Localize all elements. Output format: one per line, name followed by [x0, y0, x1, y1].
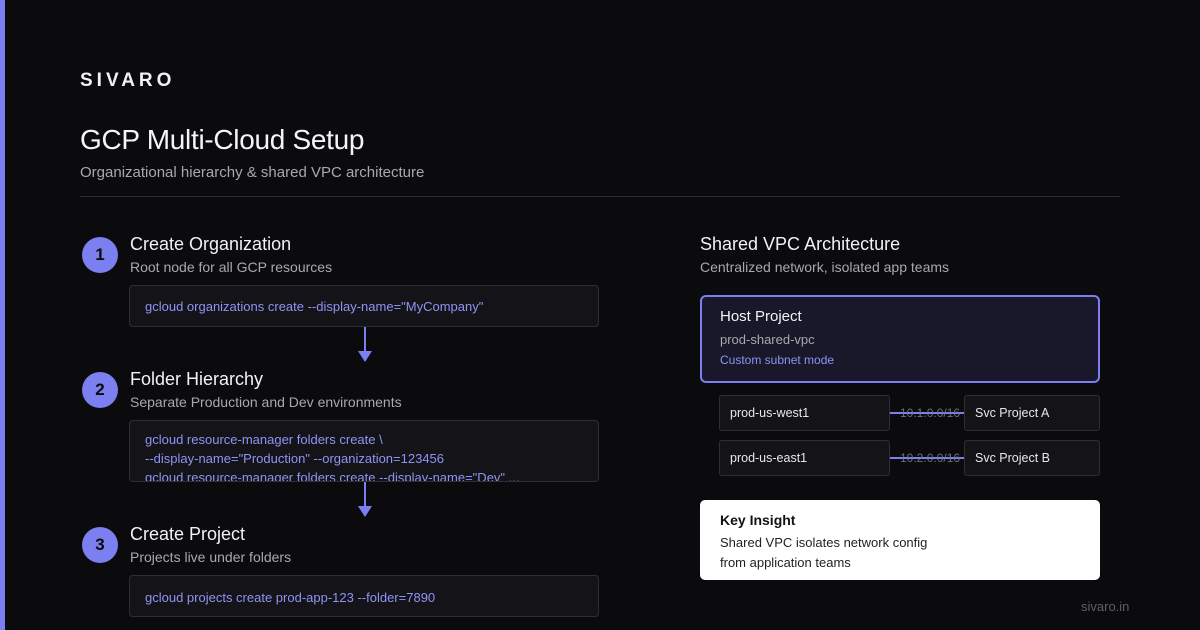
- key-insight-card: Key Insight Shared VPC isolates network …: [700, 500, 1100, 580]
- host-project-box: Host Project prod-shared-vpc Custom subn…: [700, 295, 1100, 383]
- step-3-number: 3: [82, 527, 118, 563]
- step-2-code-block: gcloud resource-manager folders create \…: [129, 420, 599, 482]
- footer-url: sivaro.in: [1081, 599, 1130, 614]
- code-line: --display-name="Production" --organizati…: [145, 451, 445, 466]
- insight-line: Shared VPC isolates network config: [720, 535, 928, 550]
- host-project-name: prod-shared-vpc: [720, 332, 815, 347]
- step-1-code-block: gcloud organizations create --display-na…: [129, 285, 599, 327]
- subnet-box: prod-us-west1: [719, 395, 890, 431]
- host-project-title: Host Project: [720, 308, 802, 325]
- step-1-number: 1: [82, 237, 118, 273]
- step-2-desc: Separate Production and Dev environments: [130, 394, 402, 410]
- step-2-number: 2: [82, 372, 118, 408]
- step-3-desc: Projects live under folders: [130, 549, 292, 565]
- page-subtitle: Organizational hierarchy & shared VPC ar…: [80, 164, 425, 181]
- header-divider: [80, 196, 1120, 197]
- vpc-section-title: Shared VPC Architecture: [700, 234, 901, 254]
- subnet-cidr: 10.1.0.0/16: [900, 406, 961, 420]
- service-project-box: Svc Project A: [964, 395, 1100, 431]
- insight-line: from application teams: [720, 555, 851, 570]
- connector-arrow-2: [358, 506, 372, 517]
- insight-title: Key Insight: [720, 512, 796, 528]
- code-line: gcloud organizations create --display-na…: [145, 299, 484, 314]
- connector-line-2: [364, 482, 366, 506]
- brand-logo: SIVARO: [80, 70, 176, 91]
- subnet-box: prod-us-east1: [719, 440, 890, 476]
- code-line: gcloud resource-manager folders create -…: [145, 470, 520, 482]
- connector-arrow-1: [358, 351, 372, 362]
- step-1-desc: Root node for all GCP resources: [130, 259, 333, 275]
- subnet-cidr: 10.2.0.0/16: [900, 451, 961, 465]
- code-line: gcloud projects create prod-app-123 --fo…: [145, 590, 436, 605]
- vpc-section-desc: Centralized network, isolated app teams: [700, 259, 950, 275]
- host-subnet-mode: Custom subnet mode: [720, 353, 835, 367]
- code-line: gcloud resource-manager folders create \: [145, 432, 383, 447]
- connector-line-1: [364, 327, 366, 351]
- step-3-code-block: gcloud projects create prod-app-123 --fo…: [129, 575, 599, 617]
- step-1-title: Create Organization: [130, 234, 292, 254]
- service-project-box: Svc Project B: [964, 440, 1100, 476]
- accent-bar: [0, 0, 5, 630]
- step-2-title: Folder Hierarchy: [130, 369, 264, 389]
- step-3-title: Create Project: [130, 524, 246, 544]
- page-title: GCP Multi-Cloud Setup: [80, 124, 365, 155]
